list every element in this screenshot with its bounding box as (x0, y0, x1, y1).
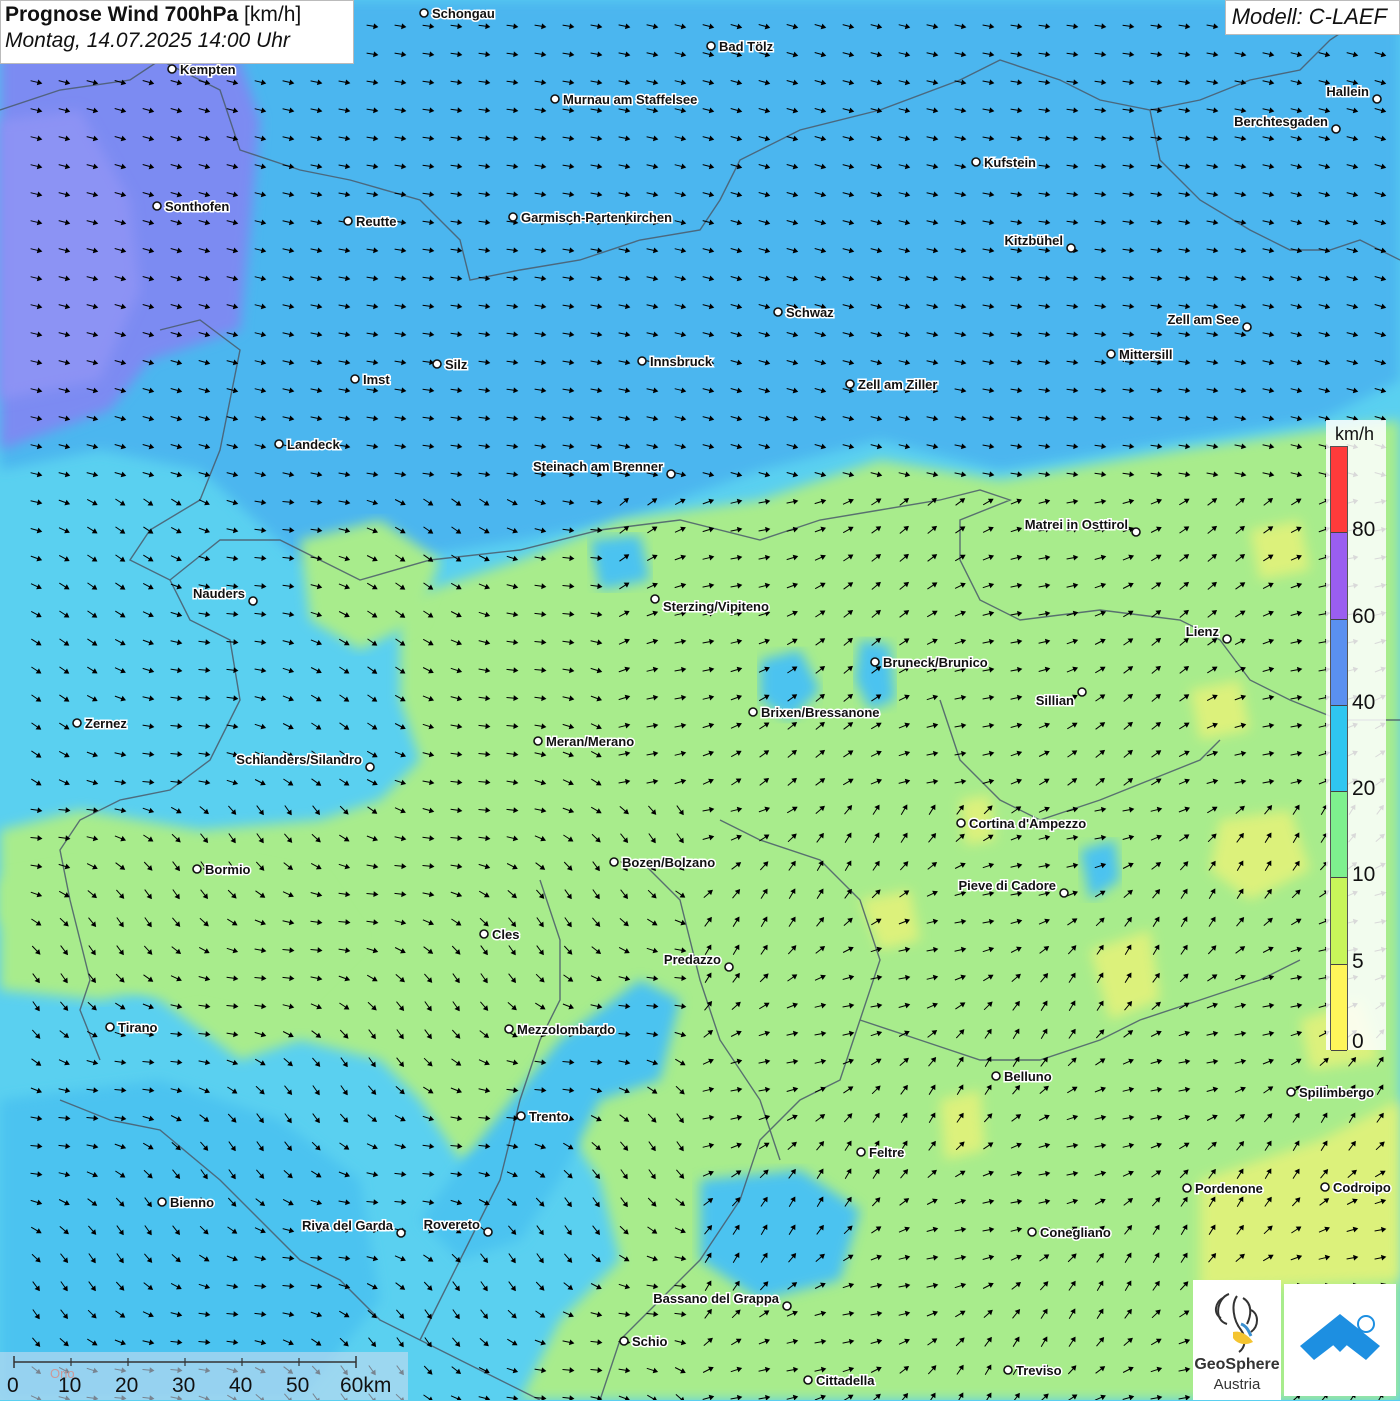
city-label: Landeck (287, 437, 341, 452)
city-label: Kitzbühel (1005, 233, 1064, 248)
city-dot-icon (152, 201, 162, 211)
city-dot-icon (72, 718, 82, 728)
city-label: Zell am See (1167, 312, 1239, 327)
city-label: Murnau am Staffelsee (563, 92, 697, 107)
city-label: Sonthofen (165, 199, 229, 214)
city-label: Sterzing/Vipiteno (663, 599, 769, 614)
city-label: Zell am Ziller (858, 377, 937, 392)
city-marker: Sonthofen (152, 198, 231, 216)
city-label: Silz (445, 357, 468, 372)
city-dot-icon (637, 356, 647, 366)
city-dot-icon (870, 657, 880, 667)
city-marker: Murnau am Staffelsee (550, 91, 699, 109)
city-label: Steinach am Brenner (533, 459, 663, 474)
city-label: Berchtesgaden (1234, 114, 1328, 129)
city-label: Garmisch-Partenkirchen (521, 210, 672, 225)
city-dot-icon (1331, 124, 1341, 134)
city-marker: Garmisch-Partenkirchen (508, 209, 674, 227)
city-dot-icon (650, 594, 660, 604)
city-dot-icon (1066, 243, 1076, 253)
city-label: Innsbruck (650, 354, 713, 369)
city-dot-icon (971, 157, 981, 167)
city-dot-icon (1106, 349, 1116, 359)
city-dot-icon (1242, 322, 1252, 332)
city-dot-icon (1131, 527, 1141, 537)
city-dot-icon (706, 41, 716, 51)
city-label: Imst (363, 372, 390, 387)
city-dot-icon (432, 359, 442, 369)
city-marker: Innsbruck (637, 353, 714, 371)
city-label: Bruneck/Brunico (883, 655, 988, 670)
city-label: Reutte (356, 214, 396, 229)
city-dot-icon (508, 212, 518, 222)
city-label: Schwaz (786, 305, 834, 320)
city-label: Sillian (1036, 693, 1074, 708)
wind-map: Schongau Bad Tölz Kempten Murnau am Staffel… (0, 0, 1400, 1400)
city-dot-icon (845, 379, 855, 389)
city-dot-icon (274, 439, 284, 449)
city-label: Kufstein (984, 155, 1036, 170)
city-dot-icon (350, 374, 360, 384)
city-label: Bad Tölz (719, 39, 774, 54)
city-dot-icon (550, 94, 560, 104)
city-marker: Schongau (419, 5, 496, 23)
city-dot-icon (167, 64, 177, 74)
city-dot-icon (419, 8, 429, 18)
city-label: Zernez (85, 716, 127, 731)
city-marker: Zell am Ziller (845, 376, 939, 394)
wind-field-blue-sterzing (590, 535, 650, 590)
city-label: Matrei in Osttirol (1025, 517, 1128, 532)
city-label: Hallein (1326, 84, 1369, 99)
city-label: Mittersill (1119, 347, 1172, 362)
city-dot-icon (1222, 634, 1232, 644)
city-dot-icon (1077, 687, 1087, 697)
city-label: Lienz (1186, 624, 1220, 639)
city-dot-icon (343, 216, 353, 226)
city-dot-icon (773, 307, 783, 317)
city-label: Schongau (432, 6, 495, 21)
city-dot-icon (248, 596, 258, 606)
city-label: Kempten (180, 62, 236, 77)
city-dot-icon (666, 469, 676, 479)
city-marker: Bruneck/Brunico (870, 654, 989, 672)
city-dot-icon (1372, 94, 1382, 104)
city-label: Nauders (193, 586, 245, 601)
